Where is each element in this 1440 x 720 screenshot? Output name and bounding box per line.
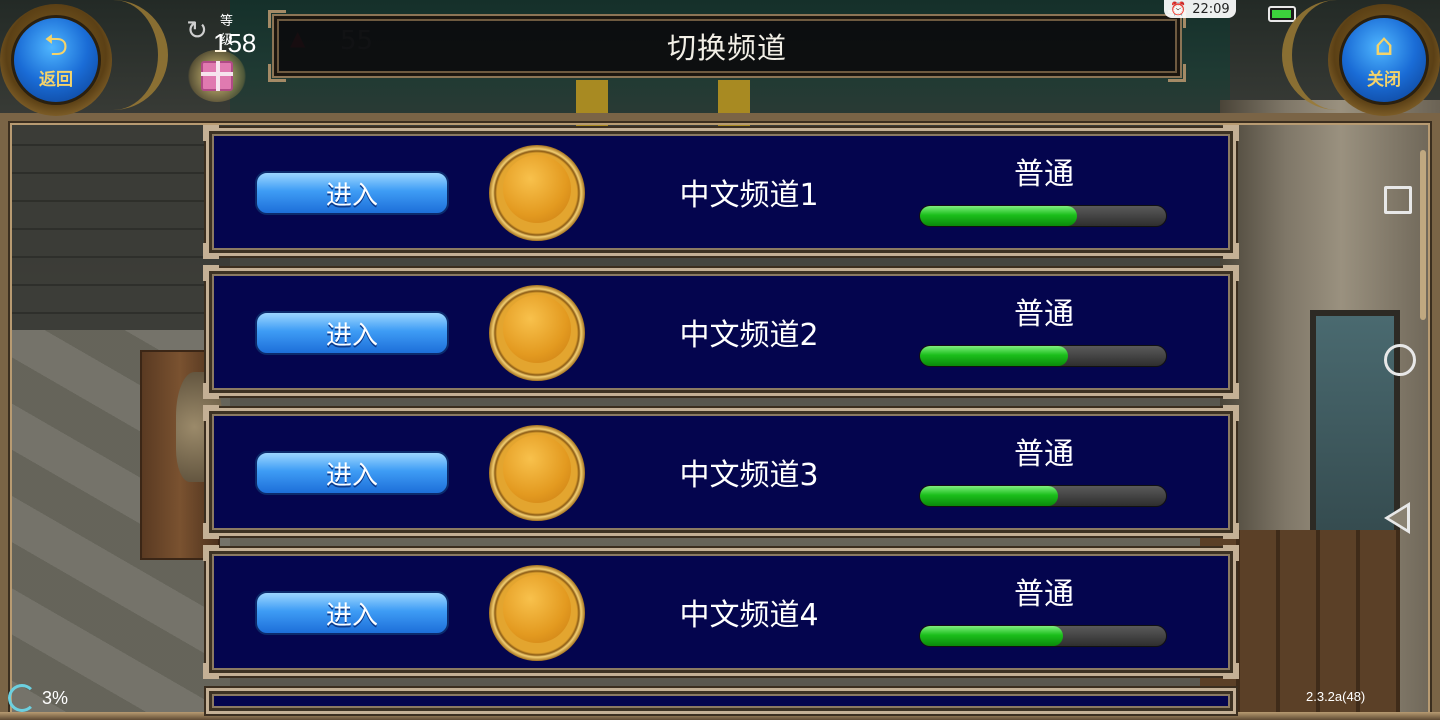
gift-button[interactable] [188, 50, 246, 102]
channel-row: 进入 中文频道2 普通 [203, 265, 1239, 399]
channel-load-label: 普通 [1014, 157, 1074, 192]
channel-load-fill [920, 206, 1078, 226]
channel-load-bar [919, 345, 1167, 367]
channel-load-label: 普通 [1014, 577, 1074, 612]
gold-coin-icon [489, 145, 585, 241]
gold-coin-icon [489, 565, 585, 661]
corner-ornament [203, 265, 219, 281]
clock-text: 22:09 [1192, 1, 1230, 17]
corner-ornament [203, 523, 219, 539]
network-percent: 3% [42, 688, 69, 708]
wrench-icon: ↻ [186, 16, 208, 46]
channel-name: 中文频道4 [679, 598, 819, 633]
close-button[interactable]: ⌂ 关闭 [1328, 4, 1440, 116]
corner-ornament [1223, 265, 1239, 281]
gold-coin-icon [489, 425, 585, 521]
background-pillar [576, 80, 608, 130]
channel-name: 中文频道3 [679, 458, 819, 493]
corner-ornament [203, 545, 219, 561]
alarm-icon: ⏰ [1170, 1, 1187, 17]
corner-ornament [268, 10, 286, 28]
channel-row: 进入 中文频道3 普通 [203, 405, 1239, 539]
close-button-face[interactable]: ⌂ 关闭 [1339, 15, 1429, 105]
channel-load-fill [920, 486, 1058, 506]
channel-row-partial [206, 688, 1236, 714]
back-button-face[interactable]: ⮌ 返回 [11, 15, 101, 105]
battery-fill [1272, 10, 1291, 18]
corner-ornament [1223, 383, 1239, 399]
gift-icon [201, 61, 233, 91]
enter-channel-button[interactable]: 进入 [255, 591, 449, 635]
channel-list: 进入 中文频道1 普通 进入 中文频道2 普通 进入 中文频道3 普通 进入 中… [203, 125, 1239, 720]
title-bar: 切换频道 [268, 10, 1186, 82]
corner-ornament [203, 383, 219, 399]
channel-load-bar [919, 625, 1167, 647]
channel-load-fill [920, 626, 1063, 646]
undo-arrow-icon: ⮌ [43, 27, 69, 63]
corner-ornament [203, 125, 219, 141]
channel-load-bar [919, 485, 1167, 507]
corner-ornament [1223, 545, 1239, 561]
channel-load-label: 普通 [1014, 437, 1074, 472]
corner-ornament [1223, 405, 1239, 421]
close-button-label: 关闭 [1367, 69, 1401, 90]
background-pillar [718, 80, 750, 130]
back-triangle-icon[interactable] [1384, 502, 1410, 534]
page-title: 切换频道 [666, 31, 787, 65]
gold-coin-icon [489, 285, 585, 381]
channel-name: 中文频道2 [679, 318, 819, 353]
corner-ornament [1223, 243, 1239, 259]
home-icon: ⌂ [1374, 27, 1394, 63]
channel-load-fill [920, 346, 1068, 366]
back-button-label: 返回 [39, 69, 73, 90]
channel-load-label: 普通 [1014, 297, 1074, 332]
version-label: 2.3.2a(48) [1306, 689, 1366, 704]
network-icon [8, 684, 36, 712]
recent-apps-icon[interactable] [1384, 186, 1412, 214]
enter-channel-button[interactable]: 进入 [255, 311, 449, 355]
channel-load-bar [919, 205, 1167, 227]
corner-ornament [1223, 523, 1239, 539]
corner-ornament [203, 663, 219, 679]
corner-ornament [203, 243, 219, 259]
background-wall [0, 120, 230, 340]
channel-row: 进入 中文频道1 普通 [203, 125, 1239, 259]
corner-ornament [1223, 125, 1239, 141]
corner-ornament [203, 405, 219, 421]
back-button[interactable]: ⮌ 返回 [0, 4, 112, 116]
channel-row: 进入 中文频道4 普通 [203, 545, 1239, 679]
corner-ornament [268, 64, 286, 82]
corner-ornament [1168, 64, 1186, 82]
corner-ornament [1223, 663, 1239, 679]
channel-name: 中文频道1 [679, 178, 819, 213]
home-circle-icon[interactable] [1384, 344, 1416, 376]
battery-icon [1268, 6, 1296, 22]
status-clock: ⏰ 22:09 [1164, 0, 1236, 18]
enter-channel-button[interactable]: 进入 [255, 451, 449, 495]
enter-channel-button[interactable]: 进入 [255, 171, 449, 215]
system-nav-bar [1360, 120, 1440, 720]
